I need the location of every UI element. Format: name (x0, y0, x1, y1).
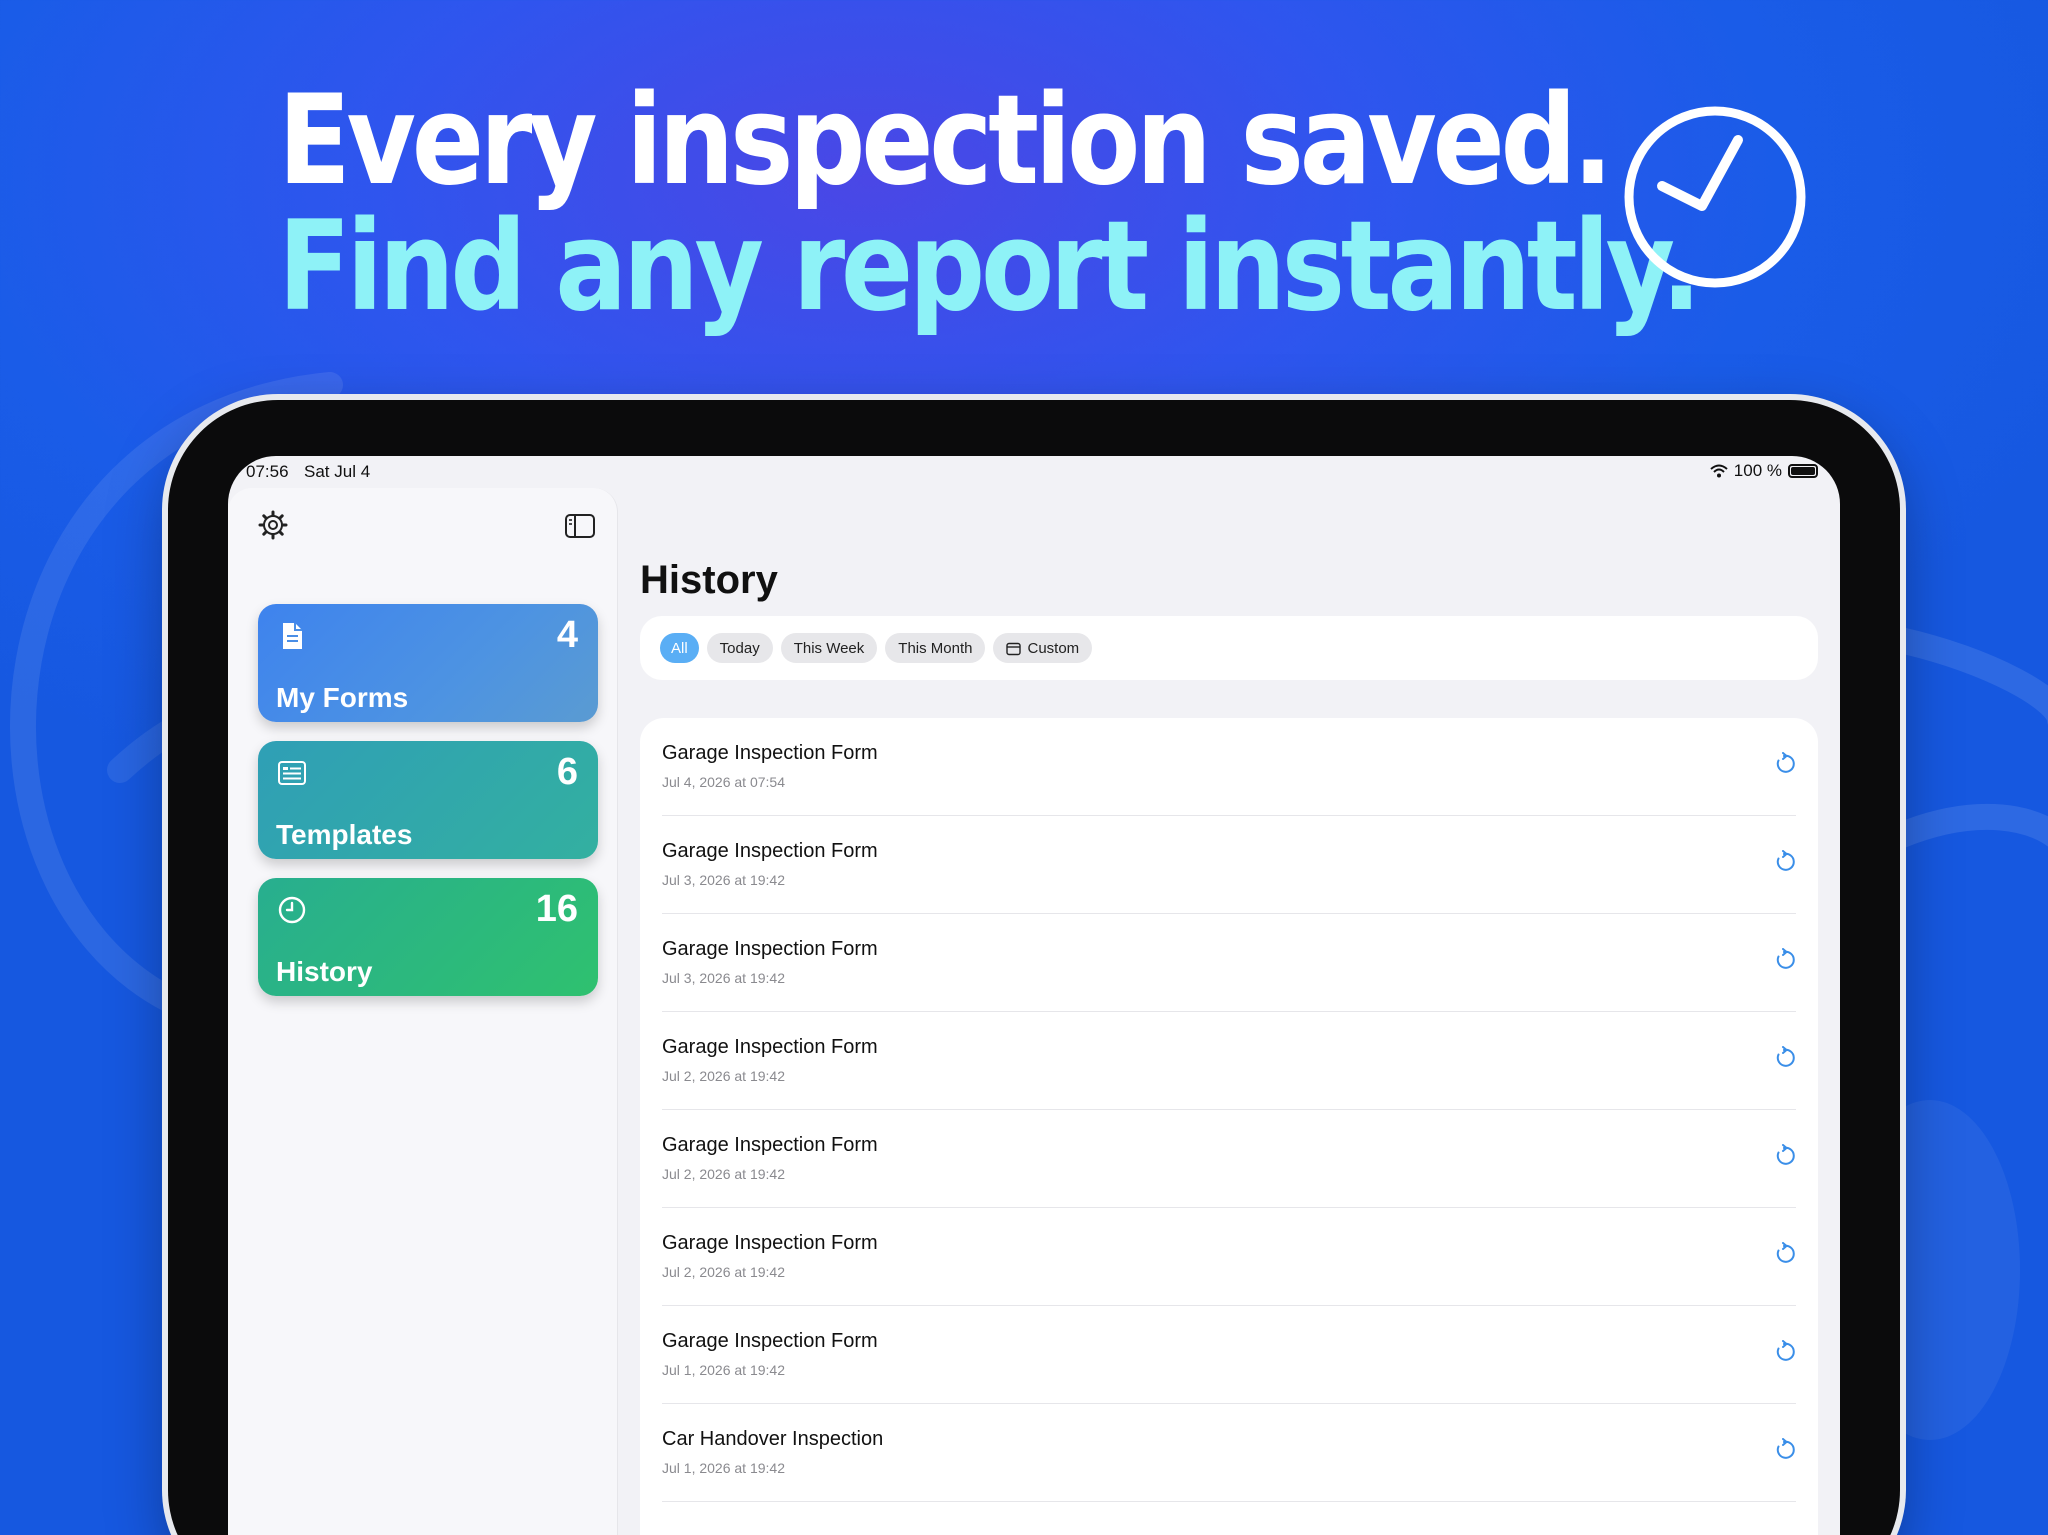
history-count: 16 (535, 888, 578, 930)
history-row-date: Jul 1, 2026 at 19:42 (662, 1362, 785, 1378)
status-date: Sat Jul 4 (304, 462, 371, 481)
date-filter-bar: All Today This Week This Month Custom (640, 616, 1818, 680)
history-row-date: Jul 2, 2026 at 19:42 (662, 1068, 785, 1084)
clock-badge-icon (1624, 106, 1806, 288)
templates-label: Templates (276, 819, 413, 850)
history-card[interactable]: 16 History (258, 878, 598, 996)
templates-card[interactable]: 6 Templates (258, 741, 598, 859)
restore-icon[interactable] (1772, 1242, 1796, 1266)
page-title: History (640, 558, 778, 602)
headline-line-2: Find any report instantly. (278, 195, 1702, 339)
filter-chip-custom-label: Custom (1027, 639, 1080, 657)
main-content: History All Today This Week This Month C… (640, 456, 1820, 1535)
filter-chip-this-week[interactable]: This Week (780, 633, 878, 663)
filter-chip-this-month[interactable]: This Month (885, 633, 986, 663)
restore-icon[interactable] (1772, 1144, 1796, 1168)
restore-icon[interactable] (1772, 948, 1796, 972)
sidebar-toggle-icon[interactable] (564, 512, 596, 540)
restore-icon[interactable] (1772, 752, 1796, 776)
history-row[interactable]: Car Handover Inspection Jul 1, 2026 at 1… (662, 1404, 1796, 1502)
history-row-date: Jul 1, 2026 at 19:42 (662, 1460, 785, 1476)
history-row[interactable]: Garage Inspection Form Jul 1, 2026 at 19… (662, 1306, 1796, 1404)
sidebar: 4 My Forms 6 Templates 16 History (228, 488, 618, 1535)
clock-icon (278, 896, 306, 924)
restore-icon[interactable] (1772, 850, 1796, 874)
history-row-title: Garage Inspection Form (662, 1134, 878, 1156)
history-row-title: Garage Inspection Form (662, 1232, 878, 1254)
filter-chip-all[interactable]: All (660, 633, 699, 663)
my-forms-card[interactable]: 4 My Forms (258, 604, 598, 722)
headline-line-1: Every inspection saved. (278, 69, 1613, 213)
filter-chip-today[interactable]: Today (706, 633, 773, 663)
document-icon (283, 623, 302, 649)
history-row-title: Garage Inspection Form (662, 1036, 878, 1058)
templates-count: 6 (556, 751, 578, 793)
history-row-date: Jul 2, 2026 at 19:42 (662, 1264, 785, 1280)
restore-icon[interactable] (1772, 1438, 1796, 1462)
history-row[interactable]: Garage Inspection Form Jul 2, 2026 at 19… (662, 1208, 1796, 1306)
history-row-title: Garage Inspection Form (662, 840, 878, 862)
status-time: 07:56 (246, 462, 289, 481)
history-row[interactable]: Garage Inspection Form Jul 3, 2026 at 19… (662, 914, 1796, 1012)
calendar-icon (1006, 642, 1022, 655)
history-row-title: Car Handover Inspection (662, 1428, 884, 1450)
list-icon (278, 761, 306, 785)
settings-gear-icon[interactable] (258, 510, 288, 540)
history-row[interactable]: Garage Inspection Form Jul 2, 2026 at 19… (662, 1012, 1796, 1110)
history-list: Garage Inspection Form Jul 4, 2026 at 07… (640, 718, 1818, 1535)
history-row-date: Jul 4, 2026 at 07:54 (662, 774, 785, 790)
filter-chip-custom[interactable]: Custom (993, 633, 1093, 663)
headline: Every inspection saved. Find any report … (278, 69, 1702, 339)
restore-icon[interactable] (1772, 1340, 1796, 1364)
history-row-date: Jul 3, 2026 at 19:42 (662, 872, 785, 888)
tablet-screen: 07:56 Sat Jul 4 100 % 4 My Forms 6 Templ… (228, 456, 1840, 1535)
history-row-date: Jul 2, 2026 at 19:42 (662, 1166, 785, 1182)
my-forms-label: My Forms (276, 682, 409, 713)
history-row-title: Garage Inspection Form (662, 1330, 878, 1352)
history-row[interactable]: Garage Inspection Form Jul 2, 2026 at 19… (662, 1110, 1796, 1208)
history-label: History (276, 956, 373, 987)
restore-icon[interactable] (1772, 1046, 1796, 1070)
history-row-title: Garage Inspection Form (662, 742, 878, 764)
history-row-title: Garage Inspection Form (662, 938, 878, 960)
history-row[interactable]: Garage Inspection Form Jul 3, 2026 at 19… (662, 816, 1796, 914)
history-row[interactable]: Garage Inspection Form Jul 4, 2026 at 07… (662, 718, 1796, 816)
my-forms-count: 4 (556, 614, 578, 656)
history-row-date: Jul 3, 2026 at 19:42 (662, 970, 785, 986)
